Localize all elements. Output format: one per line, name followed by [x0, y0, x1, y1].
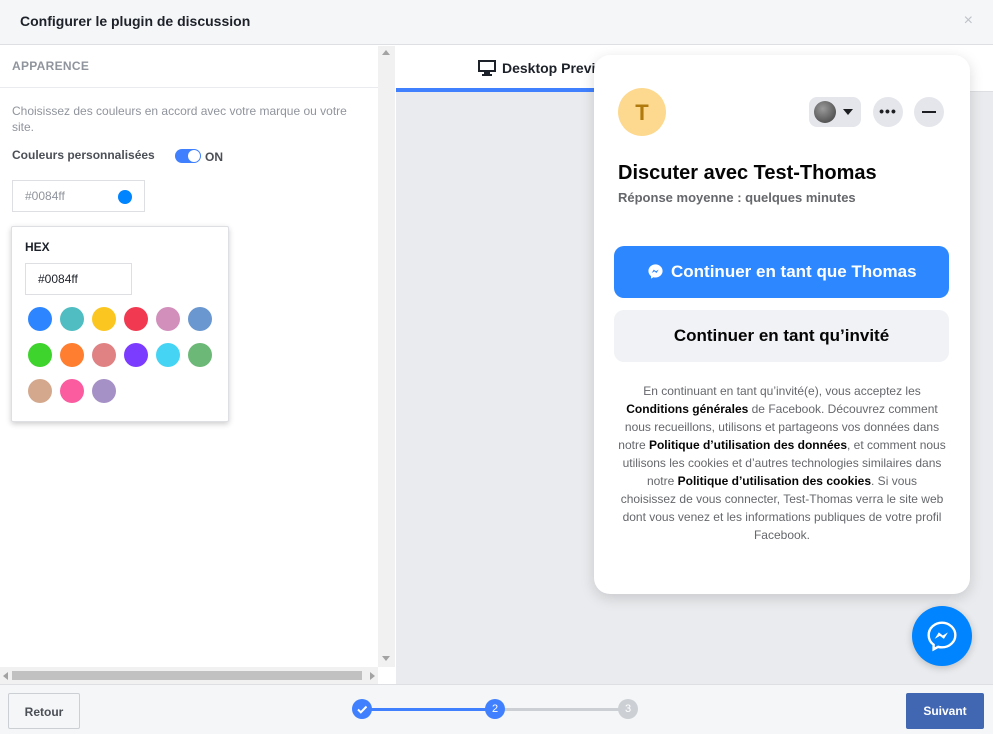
horizontal-scrollbar[interactable]	[0, 667, 378, 684]
chat-plugin-card: T ••• Discuter avec Test-Thomas Réponse …	[594, 55, 970, 594]
dialog-footer: Retour 2 3 Suivant	[0, 684, 993, 734]
minimize-icon	[922, 111, 936, 113]
next-button[interactable]: Suivant	[906, 693, 984, 729]
tab-desktop-label: Desktop Previ	[502, 60, 596, 76]
color-input[interactable]: #0084ff	[12, 180, 145, 212]
toggle-state-label: ON	[205, 150, 223, 164]
chat-title: Discuter avec Test-Thomas	[618, 162, 877, 184]
avatar-letter: T	[635, 100, 649, 125]
color-swatch[interactable]	[28, 343, 52, 367]
color-swatch[interactable]	[92, 379, 116, 403]
legal-text: En continuant en tant qu’invité(e), vous…	[618, 384, 946, 542]
scroll-thumb[interactable]	[12, 671, 362, 680]
cookie-policy-link[interactable]: Politique d’utilisation des cookies	[678, 474, 871, 488]
step-3-label: 3	[624, 703, 632, 715]
toggle-knob	[188, 150, 200, 162]
step-3-indicator: 3	[618, 699, 638, 719]
minimize-button[interactable]	[914, 97, 944, 127]
continue-as-guest-button[interactable]: Continuer en tant qu’invité	[614, 310, 949, 362]
terms-link[interactable]: Conditions générales	[626, 402, 748, 416]
color-swatch[interactable]	[60, 343, 84, 367]
custom-colors-toggle[interactable]	[175, 149, 201, 163]
messenger-launcher-button[interactable]	[912, 606, 972, 666]
account-switcher[interactable]	[809, 97, 861, 127]
messenger-icon	[927, 621, 957, 652]
color-swatch[interactable]	[92, 343, 116, 367]
section-title: APPARENCE	[12, 59, 90, 73]
color-swatch[interactable]	[124, 307, 148, 331]
vertical-scrollbar[interactable]	[378, 46, 395, 667]
tab-desktop-preview[interactable]: Desktop Previ	[396, 46, 596, 92]
dialog-title: Configurer le plugin de discussion	[20, 13, 251, 29]
hex-label: HEX	[25, 240, 50, 254]
color-picker-popover: HEX #0084ff	[11, 226, 229, 422]
more-icon: •••	[879, 103, 897, 119]
color-swatch[interactable]	[60, 307, 84, 331]
color-preview-dot	[118, 190, 132, 204]
scroll-left-arrow[interactable]	[3, 672, 8, 680]
scroll-up-arrow[interactable]	[382, 50, 390, 55]
step-2-indicator: 2	[485, 699, 505, 719]
settings-panel: APPARENCE Choisissez des couleurs en acc…	[0, 46, 378, 667]
color-swatch[interactable]	[28, 307, 52, 331]
step-progress-line	[362, 708, 494, 711]
color-swatch[interactable]	[156, 343, 180, 367]
back-button[interactable]: Retour	[8, 693, 80, 729]
back-button-label: Retour	[24, 705, 64, 719]
dialog-header: Configurer le plugin de discussion ×	[0, 0, 993, 45]
close-icon[interactable]: ×	[964, 12, 973, 30]
color-swatch[interactable]	[92, 307, 116, 331]
color-input-value: #0084ff	[25, 189, 65, 203]
color-swatch[interactable]	[188, 307, 212, 331]
continue-as-user-label: Continuer en tant que Thomas	[671, 262, 917, 281]
color-swatch[interactable]	[28, 379, 52, 403]
step-remaining-line	[494, 708, 628, 711]
next-button-label: Suivant	[923, 704, 967, 718]
color-swatch[interactable]	[188, 343, 212, 367]
page-avatar: T	[618, 88, 666, 136]
scroll-right-arrow[interactable]	[370, 672, 375, 680]
color-swatch[interactable]	[156, 307, 180, 331]
continue-as-guest-label: Continuer en tant qu’invité	[673, 326, 890, 345]
custom-colors-label: Couleurs personnalisées	[12, 148, 155, 162]
user-avatar	[814, 101, 836, 123]
caret-down-icon	[843, 109, 853, 115]
step-2-label: 2	[491, 703, 499, 715]
check-icon	[357, 705, 368, 714]
color-swatch[interactable]	[60, 379, 84, 403]
continue-as-user-button[interactable]: Continuer en tant que Thomas	[614, 246, 949, 298]
appearance-description: Choisissez des couleurs en accord avec v…	[12, 104, 347, 134]
messenger-icon	[648, 264, 663, 279]
monitor-icon	[478, 60, 496, 76]
scroll-down-arrow[interactable]	[382, 656, 390, 661]
step-1-indicator	[352, 699, 372, 719]
hex-input-value: #0084ff	[38, 272, 78, 286]
section-header: APPARENCE	[0, 46, 378, 88]
more-options-button[interactable]: •••	[873, 97, 903, 127]
color-swatch[interactable]	[124, 343, 148, 367]
response-time: Réponse moyenne : quelques minutes	[618, 190, 856, 205]
hex-input[interactable]: #0084ff	[25, 263, 132, 295]
data-policy-link[interactable]: Politique d’utilisation des données	[649, 438, 847, 452]
